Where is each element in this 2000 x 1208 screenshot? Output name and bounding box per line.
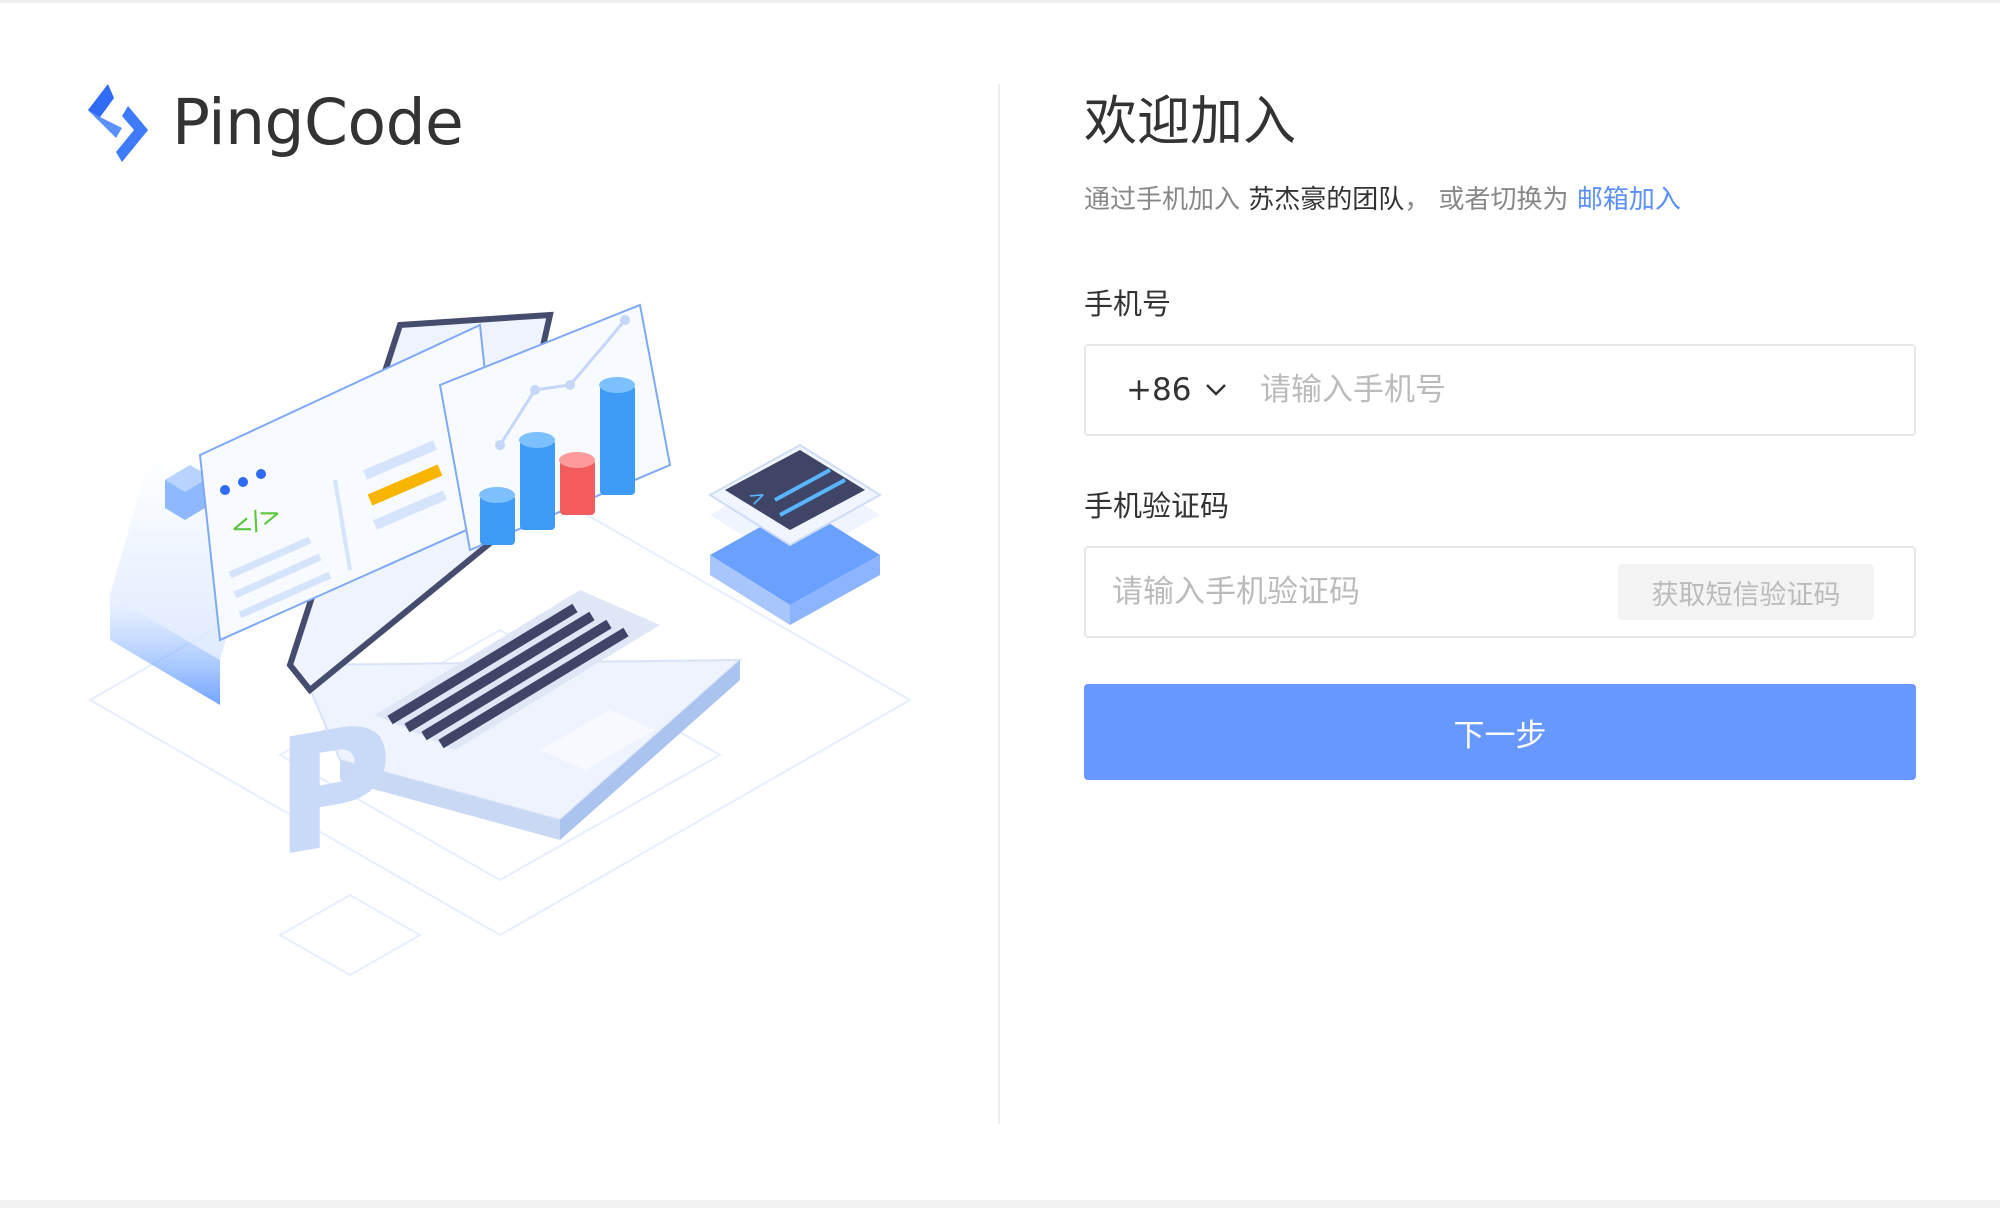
laptop-dashboard-illustration: </> > P [87, 303, 913, 977]
verification-code-input[interactable] [1086, 548, 1618, 636]
subtitle-mid: ， 或者切换为 [1404, 185, 1569, 215]
country-code-select[interactable]: +86 [1086, 372, 1260, 408]
p-letter: P [275, 687, 392, 894]
phone-field: +86 [1084, 344, 1916, 436]
email-join-link[interactable]: 邮箱加入 [1577, 185, 1681, 215]
team-name: 苏杰豪的团队 [1248, 185, 1405, 215]
subtitle: 通过手机加入 苏杰豪的团队， 或者切换为 邮箱加入 [1084, 182, 1916, 218]
chevron-down-icon [1206, 384, 1227, 396]
join-page: PingCode </> > P 欢迎加入 通过手机加入 苏杰豪的团队， 或者切… [0, 0, 2000, 1208]
vertical-divider [998, 84, 1000, 1124]
bottom-border [0, 1200, 2000, 1208]
code-label: 手机验证码 [1084, 489, 1230, 523]
pingcode-logo-icon [88, 84, 148, 162]
get-sms-code-button[interactable]: 获取短信验证码 [1618, 564, 1874, 620]
terminal-stack-icon: > [708, 443, 882, 625]
phone-input[interactable] [1260, 346, 1914, 434]
top-border [0, 0, 2000, 3]
next-step-button[interactable]: 下一步 [1084, 684, 1916, 780]
phone-label: 手机号 [1084, 287, 1172, 321]
brand-logo: PingCode [82, 80, 464, 165]
page-title: 欢迎加入 [1084, 91, 1296, 152]
code-field: 获取短信验证码 [1084, 546, 1916, 638]
country-code-value: +86 [1126, 372, 1192, 408]
brand-name: PingCode [172, 86, 464, 159]
subtitle-prefix: 通过手机加入 [1084, 185, 1241, 215]
join-form: 欢迎加入 通过手机加入 苏杰豪的团队， 或者切换为 邮箱加入 手机号 +86 手… [1084, 84, 1916, 780]
